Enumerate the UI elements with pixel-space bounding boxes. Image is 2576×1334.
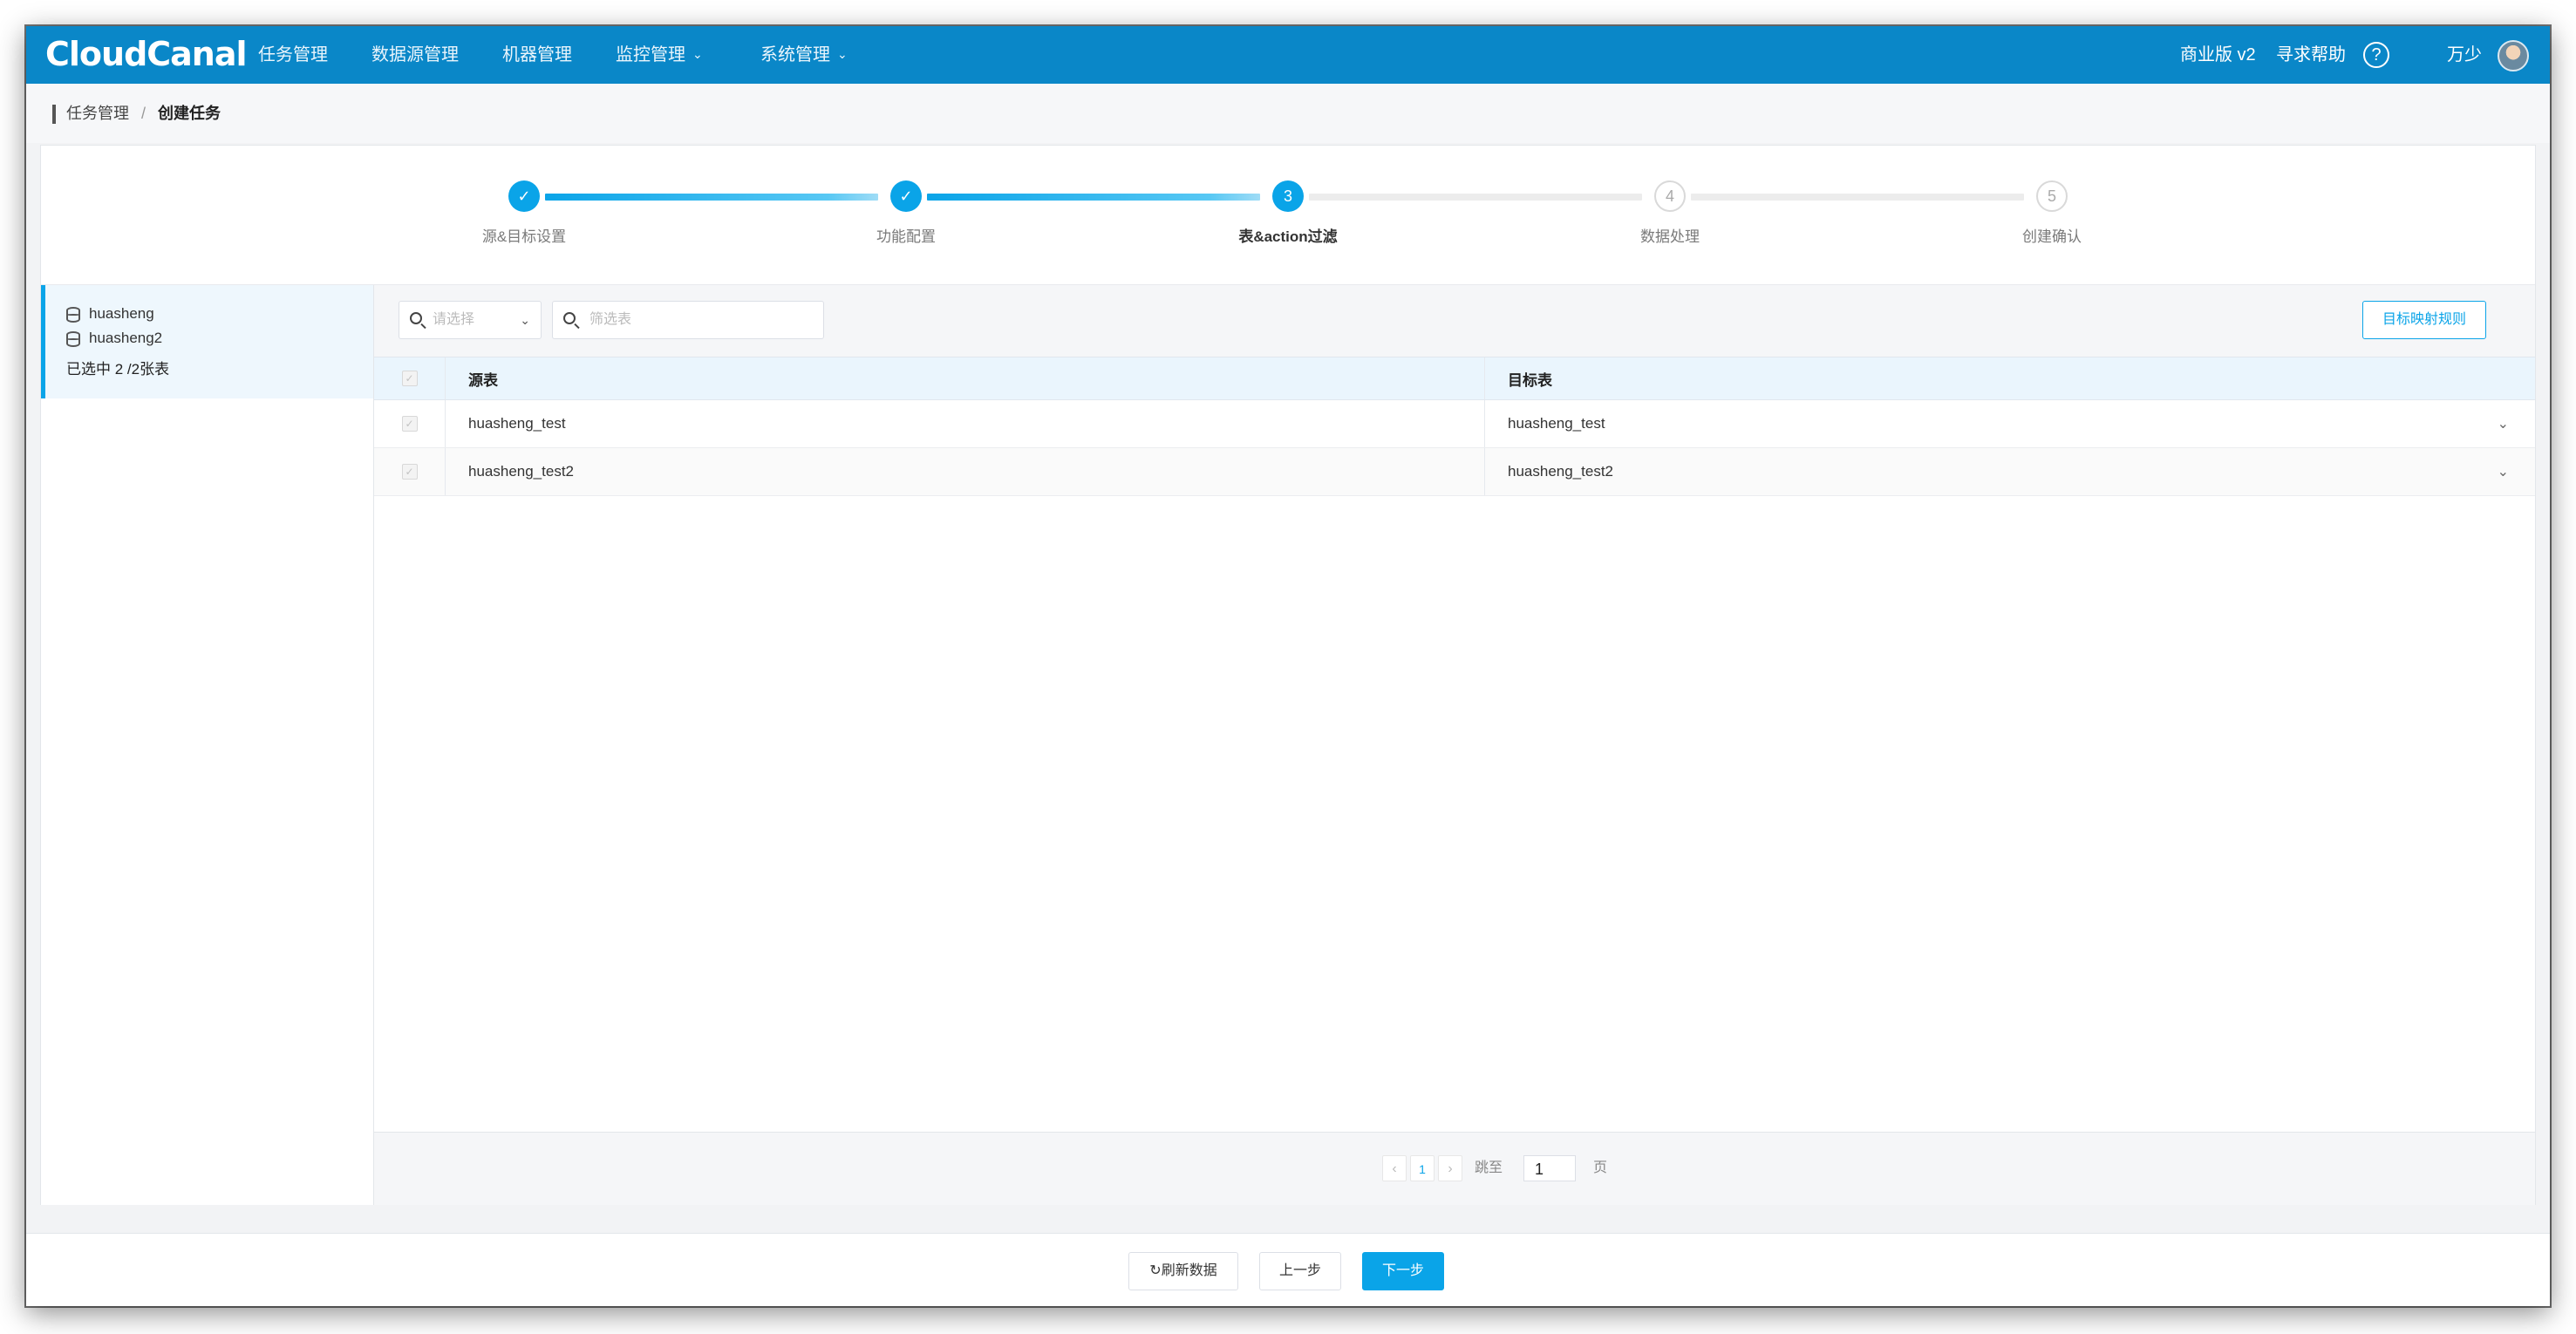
step-3-label: 表&action过滤: [1238, 228, 1338, 245]
database-item[interactable]: huasheng: [66, 303, 154, 325]
avatar[interactable]: [2498, 40, 2529, 71]
filter-placeholder: 筛选表: [589, 312, 632, 327]
jump-page-input[interactable]: 1: [1523, 1155, 1576, 1181]
jump-label: 跳至: [1475, 1160, 1503, 1175]
table-row: ✓ huasheng_test2 huasheng_test2 ⌄: [374, 448, 2535, 496]
table-area: 请选择 ⌄ 筛选表 目标映射规则 ✓ 源表 目标表 ✓ huasheng_tes…: [374, 285, 2535, 1205]
chevron-down-icon: ⌄: [520, 313, 530, 327]
question-circle-icon[interactable]: ?: [2363, 42, 2389, 68]
row-checkbox-cell: ✓: [374, 400, 446, 447]
nav-task-management[interactable]: 任务管理: [258, 26, 328, 84]
nav-label: 任务管理: [258, 45, 328, 65]
breadcrumb-parent[interactable]: 任务管理: [66, 105, 129, 122]
chevron-down-icon: ⌄: [692, 47, 703, 61]
row-checkbox[interactable]: ✓: [401, 416, 418, 432]
step-connector-2: [927, 194, 1260, 201]
step-4-label: 数据处理: [1640, 228, 1700, 245]
next-page-button[interactable]: ›: [1438, 1155, 1462, 1181]
database-item[interactable]: huasheng2: [66, 327, 162, 350]
database-icon: [66, 330, 80, 347]
header-target: 目标表: [1508, 371, 1552, 389]
nav-machine-management[interactable]: 机器管理: [502, 26, 572, 84]
database-icon: [66, 306, 80, 323]
step-1-label: 源&目标设置: [481, 228, 567, 245]
step-connector-4: [1691, 194, 2024, 201]
source-table-cell: huasheng_test: [446, 400, 1485, 447]
refresh-icon: ↻: [1149, 1263, 1162, 1278]
database-panel: huasheng huasheng2 已选中 2 /2张表: [41, 285, 374, 1205]
app-window: CloudCanal 任务管理 数据源管理 机器管理 监控管理 ⌄ 系统管理 ⌄ 商…: [26, 26, 2550, 1306]
database-name: huasheng2: [89, 330, 163, 346]
breadcrumb: 任务管理 / 创建任务: [26, 84, 2550, 143]
target-table-cell: huasheng_test2: [1508, 463, 1613, 480]
selected-summary: 已选中 2 /2张表: [66, 361, 170, 378]
breadcrumb-separator: /: [141, 105, 147, 122]
step-4-number: 4: [1654, 180, 1686, 212]
refresh-label: 刷新数据: [1161, 1263, 1217, 1278]
chevron-down-icon: ⌄: [837, 47, 848, 61]
filter-toolbar: 请选择 ⌄ 筛选表 目标映射规则: [374, 285, 2535, 357]
target-table-cell: huasheng_test: [1508, 415, 1605, 432]
nav-system-management[interactable]: 系统管理 ⌄: [760, 26, 848, 84]
prev-page-button[interactable]: ‹: [1382, 1155, 1407, 1181]
source-table-cell: huasheng_test2: [446, 448, 1485, 495]
table-filter-input[interactable]: 筛选表: [552, 301, 824, 339]
step-connector-3: [1309, 194, 1642, 201]
step-5-label: 创建确认: [2022, 228, 2082, 245]
select-placeholder: 请选择: [433, 312, 475, 327]
step-2-label: 功能配置: [876, 228, 936, 245]
step-progress: ✓ 源&目标设置 ✓ 功能配置 3 表&action过滤 4 数据处理 5 创建…: [41, 146, 2535, 285]
edition-label: 商业版 v2: [2180, 45, 2256, 65]
page-1-button[interactable]: 1: [1410, 1155, 1435, 1181]
nav-label: 机器管理: [502, 45, 572, 65]
nav-label: 监控管理: [616, 45, 685, 65]
search-icon: [410, 312, 422, 324]
previous-step-button[interactable]: 上一步: [1259, 1252, 1341, 1290]
step-connector-1: [545, 194, 878, 201]
nav-datasource-management[interactable]: 数据源管理: [371, 26, 459, 84]
search-icon: [563, 312, 576, 324]
chevron-down-icon[interactable]: ⌄: [2498, 448, 2509, 495]
header-source: 源表: [446, 357, 1485, 399]
database-group[interactable]: huasheng huasheng2 已选中 2 /2张表: [41, 285, 373, 398]
database-select[interactable]: 请选择 ⌄: [399, 301, 542, 339]
create-task-card: ✓ 源&目标设置 ✓ 功能配置 3 表&action过滤 4 数据处理 5 创建…: [40, 145, 2536, 1205]
top-navbar: CloudCanal 任务管理 数据源管理 机器管理 监控管理 ⌄ 系统管理 ⌄ 商…: [26, 26, 2550, 84]
row-checkbox[interactable]: ✓: [401, 464, 418, 480]
nav-label: 数据源管理: [371, 45, 459, 65]
pagination: ‹ 1 › 跳至 1 页: [374, 1132, 2535, 1205]
step-2-check-icon: ✓: [890, 180, 922, 212]
page-unit-label: 页: [1593, 1160, 1608, 1175]
header-checkbox-cell: ✓: [374, 357, 446, 399]
database-name: huasheng: [89, 305, 154, 322]
step-5-number: 5: [2036, 180, 2068, 212]
select-all-checkbox[interactable]: ✓: [401, 371, 418, 386]
nav-monitor-management[interactable]: 监控管理 ⌄: [616, 26, 703, 84]
row-checkbox-cell: ✓: [374, 448, 446, 495]
breadcrumb-bar-icon: [52, 105, 56, 125]
target-mapping-rules-button[interactable]: 目标映射规则: [2362, 301, 2486, 339]
breadcrumb-current: 创建任务: [158, 105, 221, 122]
cloudcanal-logo[interactable]: CloudCanal: [45, 37, 248, 71]
footer-actions: ↻刷新数据 上一步 下一步: [26, 1233, 2550, 1306]
table-row: ✓ huasheng_test huasheng_test ⌄: [374, 400, 2535, 448]
help-link[interactable]: 寻求帮助: [2276, 26, 2346, 84]
chevron-down-icon[interactable]: ⌄: [2498, 400, 2509, 447]
step-3-number: 3: [1272, 180, 1304, 212]
user-name[interactable]: 万少: [2447, 26, 2482, 84]
table-mapping: ✓ 源表 目标表 ✓ huasheng_test huasheng_test ⌄…: [374, 357, 2535, 496]
next-step-button[interactable]: 下一步: [1362, 1252, 1444, 1290]
refresh-data-button[interactable]: ↻刷新数据: [1128, 1252, 1238, 1290]
table-header: ✓ 源表 目标表: [374, 357, 2535, 400]
nav-label: 系统管理: [760, 45, 830, 65]
step-1-check-icon: ✓: [508, 180, 540, 212]
